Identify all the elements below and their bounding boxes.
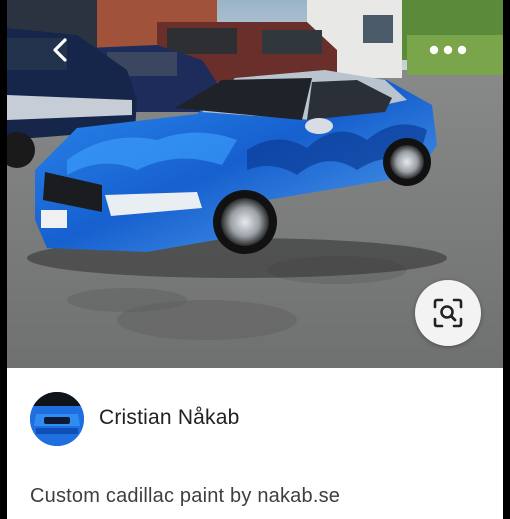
back-button[interactable] <box>44 30 76 70</box>
more-options-button[interactable] <box>420 36 476 64</box>
back-arrow-icon <box>53 38 67 62</box>
post-caption: Custom cadillac paint by nakab.se <box>30 485 341 507</box>
avatar-image <box>30 392 84 446</box>
post-info-card: Cristian Nåkab Custom cadillac paint by … <box>7 368 503 519</box>
avatar[interactable] <box>30 392 84 446</box>
visual-search-icon <box>433 298 463 328</box>
visual-search-button[interactable] <box>415 280 481 346</box>
author-name[interactable]: Cristian Nåkab <box>99 406 240 430</box>
more-dots-icon <box>429 45 467 55</box>
post-photo[interactable] <box>7 0 503 368</box>
